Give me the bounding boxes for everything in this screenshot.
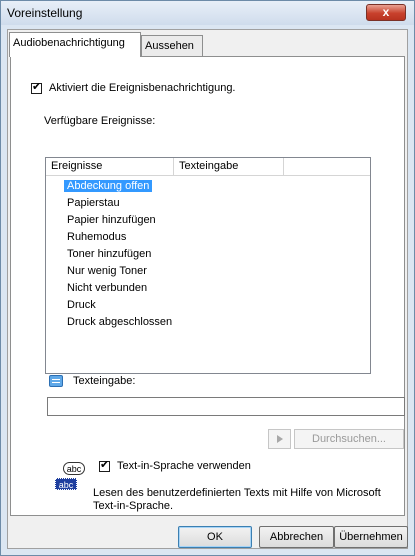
events-rows: Abdeckung offen Papierstau Papier hinzuf… bbox=[46, 178, 370, 331]
column-header-events[interactable]: Ereignisse bbox=[46, 158, 174, 175]
events-list[interactable]: Ereignisse Texteingabe Abdeckung offen P… bbox=[45, 157, 371, 374]
text-to-speech-checkbox[interactable] bbox=[99, 459, 110, 472]
close-icon: x bbox=[382, 5, 390, 19]
tab-label: Aussehen bbox=[145, 40, 194, 52]
list-item[interactable]: Papierstau bbox=[46, 195, 370, 212]
text-input-label: Texteingabe: bbox=[73, 375, 136, 387]
event-name: Druck bbox=[67, 299, 96, 311]
enable-notification-checkbox[interactable] bbox=[31, 81, 42, 94]
play-button[interactable] bbox=[268, 429, 291, 449]
list-item[interactable]: Ruhemodus bbox=[46, 229, 370, 246]
cancel-button[interactable]: Abbrechen bbox=[259, 526, 334, 548]
text-input-field[interactable] bbox=[47, 397, 405, 416]
list-item[interactable]: Abdeckung offen bbox=[46, 178, 370, 195]
column-header-text-input[interactable]: Texteingabe bbox=[174, 158, 284, 175]
enable-notification-label[interactable]: Aktiviert die Ereignisbenachrichtigung. bbox=[49, 82, 236, 94]
event-name: Papierstau bbox=[67, 197, 120, 209]
title-bar[interactable]: Voreinstellung x bbox=[1, 1, 414, 25]
tab-appearance[interactable]: Aussehen bbox=[141, 35, 203, 56]
event-name: Druck abgeschlossen bbox=[67, 316, 173, 328]
tab-label: Audiobenachrichtigung bbox=[13, 37, 125, 49]
event-name: Abdeckung offen bbox=[64, 180, 153, 192]
event-name: Ruhemodus bbox=[67, 231, 127, 243]
event-name: Papier hinzufügen bbox=[67, 214, 156, 226]
close-button[interactable]: x bbox=[366, 4, 406, 21]
text-to-speech-description: Lesen des benutzerdefinierten Texts mit … bbox=[93, 487, 381, 512]
dialog-client: Audiobenachrichtigung Aussehen Aktiviert… bbox=[7, 29, 408, 549]
speech-bubble-icon: abc bbox=[63, 462, 85, 475]
list-item[interactable]: Nicht verbunden bbox=[46, 280, 370, 297]
available-events-label: Verfügbare Ereignisse: bbox=[44, 115, 156, 127]
list-item[interactable]: Nur wenig Toner bbox=[46, 263, 370, 280]
events-list-header: Ereignisse Texteingabe bbox=[46, 158, 370, 176]
apply-button[interactable]: Übernehmen bbox=[334, 526, 408, 548]
list-item[interactable]: Druck bbox=[46, 297, 370, 314]
preferences-dialog: Voreinstellung x Audiobenachrichtigung A… bbox=[0, 0, 415, 556]
text-to-speech-label[interactable]: Text-in-Sprache verwenden bbox=[117, 460, 251, 472]
ok-button[interactable]: OK bbox=[178, 526, 252, 548]
list-item[interactable]: Druck abgeschlossen bbox=[46, 314, 370, 331]
list-item[interactable]: Toner hinzufügen bbox=[46, 246, 370, 263]
list-item[interactable]: Papier hinzufügen bbox=[46, 212, 370, 229]
window-title: Voreinstellung bbox=[7, 6, 83, 20]
event-name: Toner hinzufügen bbox=[67, 248, 152, 260]
text-to-speech-icon: abc abc bbox=[55, 462, 87, 490]
text-note-icon bbox=[49, 375, 63, 387]
browse-button[interactable]: Durchsuchen... bbox=[294, 429, 404, 449]
audio-notification-panel: Aktiviert die Ereignisbenachrichtigung. … bbox=[10, 56, 405, 516]
event-name: Nicht verbunden bbox=[67, 282, 148, 294]
tab-audio-notification[interactable]: Audiobenachrichtigung bbox=[9, 32, 141, 57]
event-name: Nur wenig Toner bbox=[67, 265, 147, 277]
text-abc-icon: abc bbox=[55, 478, 77, 490]
